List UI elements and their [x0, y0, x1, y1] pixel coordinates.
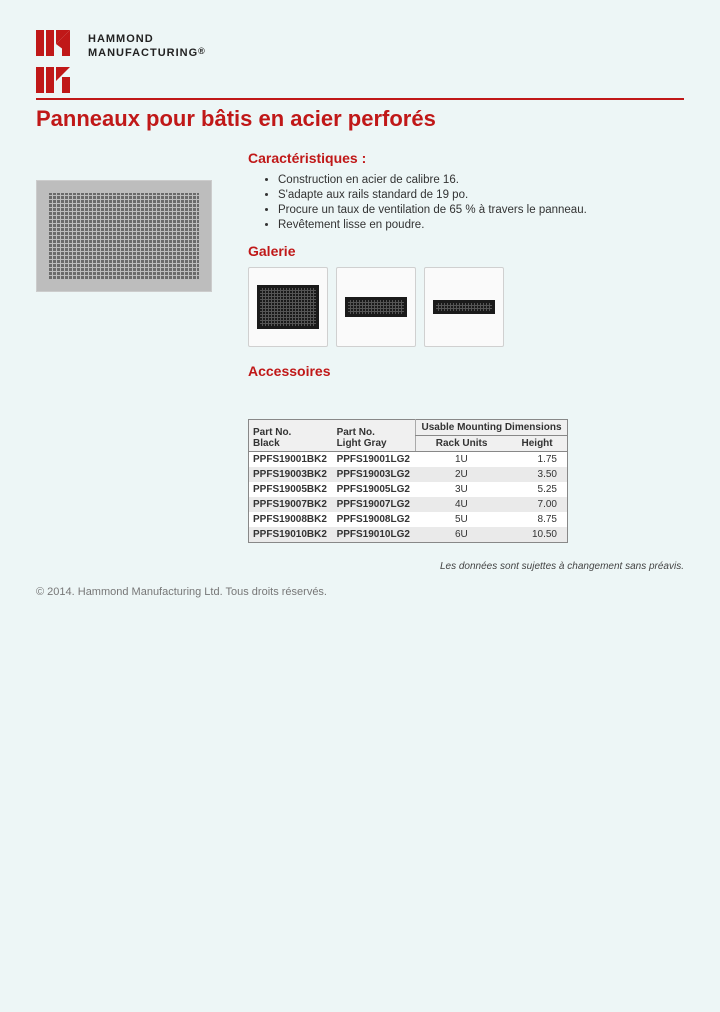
features-heading: Caractéristiques :: [248, 150, 684, 166]
col-ru: Rack Units: [416, 435, 508, 451]
brand-line2: MANUFACTURING®: [88, 46, 206, 60]
title-rule: [36, 98, 684, 100]
feature-item: Revêtement lisse en poudre.: [278, 219, 684, 231]
page-title: Panneaux pour bâtis en acier perforés: [36, 106, 684, 132]
cell-ru: 6U: [416, 527, 508, 543]
cell-height: 10.50: [507, 527, 567, 543]
spec-table: Part No. Black Part No. Light Gray Usabl…: [248, 419, 568, 543]
cell-ru: 1U: [416, 451, 508, 467]
gallery: [248, 267, 684, 347]
cell-height: 1.75: [507, 451, 567, 467]
gallery-thumb[interactable]: [248, 267, 328, 347]
cell-black: PPFS19001BK2: [249, 451, 333, 467]
cell-black: PPFS19003BK2: [249, 467, 333, 482]
table-row: PPFS19003BK2PPFS19003LG22U3.50: [249, 467, 568, 482]
gallery-thumb[interactable]: [336, 267, 416, 347]
feature-item: S'adapte aux rails standard de 19 po.: [278, 189, 684, 201]
cell-gray: PPFS19003LG2: [333, 467, 416, 482]
gallery-heading: Galerie: [248, 243, 684, 259]
cell-black: PPFS19010BK2: [249, 527, 333, 543]
copyright: © 2014. Hammond Manufacturing Ltd. Tous …: [36, 586, 684, 598]
brand-text: HAMMOND MANUFACTURING®: [88, 32, 206, 61]
gallery-thumb[interactable]: [424, 267, 504, 347]
cell-ru: 2U: [416, 467, 508, 482]
cell-height: 7.00: [507, 497, 567, 512]
features-list: Construction en acier de calibre 16. S'a…: [248, 174, 684, 231]
cell-height: 3.50: [507, 467, 567, 482]
brand-line1: HAMMOND: [88, 32, 206, 46]
disclaimer: Les données sont sujettes à changement s…: [248, 561, 684, 572]
table-row: PPFS19008BK2PPFS19008LG25U8.75: [249, 512, 568, 527]
cell-gray: PPFS19008LG2: [333, 512, 416, 527]
cell-black: PPFS19005BK2: [249, 482, 333, 497]
col-gray: Part No. Light Gray: [333, 419, 416, 451]
cell-gray: PPFS19010LG2: [333, 527, 416, 543]
cell-black: PPFS19007BK2: [249, 497, 333, 512]
table-row: PPFS19010BK2PPFS19010LG26U10.50: [249, 527, 568, 543]
feature-item: Construction en acier de calibre 16.: [278, 174, 684, 186]
brand-logo: HAMMOND MANUFACTURING®: [36, 30, 684, 61]
feature-item: Procure un taux de ventilation de 65 % à…: [278, 204, 684, 216]
hero-image: [36, 180, 212, 292]
col-group: Usable Mounting Dimensions: [416, 419, 568, 435]
cell-height: 8.75: [507, 512, 567, 527]
cell-ru: 4U: [416, 497, 508, 512]
logo-mark-icon: [36, 30, 78, 56]
cell-ru: 3U: [416, 482, 508, 497]
table-row: PPFS19001BK2PPFS19001LG21U1.75: [249, 451, 568, 467]
cell-gray: PPFS19001LG2: [333, 451, 416, 467]
table-row: PPFS19007BK2PPFS19007LG24U7.00: [249, 497, 568, 512]
table-row: PPFS19005BK2PPFS19005LG23U5.25: [249, 482, 568, 497]
cell-height: 5.25: [507, 482, 567, 497]
col-black: Part No. Black: [249, 419, 333, 451]
col-height: Height: [507, 435, 567, 451]
cell-gray: PPFS19005LG2: [333, 482, 416, 497]
cell-black: PPFS19008BK2: [249, 512, 333, 527]
cell-ru: 5U: [416, 512, 508, 527]
accessories-heading: Accessoires: [248, 363, 684, 379]
logo-sub-icon: [36, 67, 684, 96]
cell-gray: PPFS19007LG2: [333, 497, 416, 512]
